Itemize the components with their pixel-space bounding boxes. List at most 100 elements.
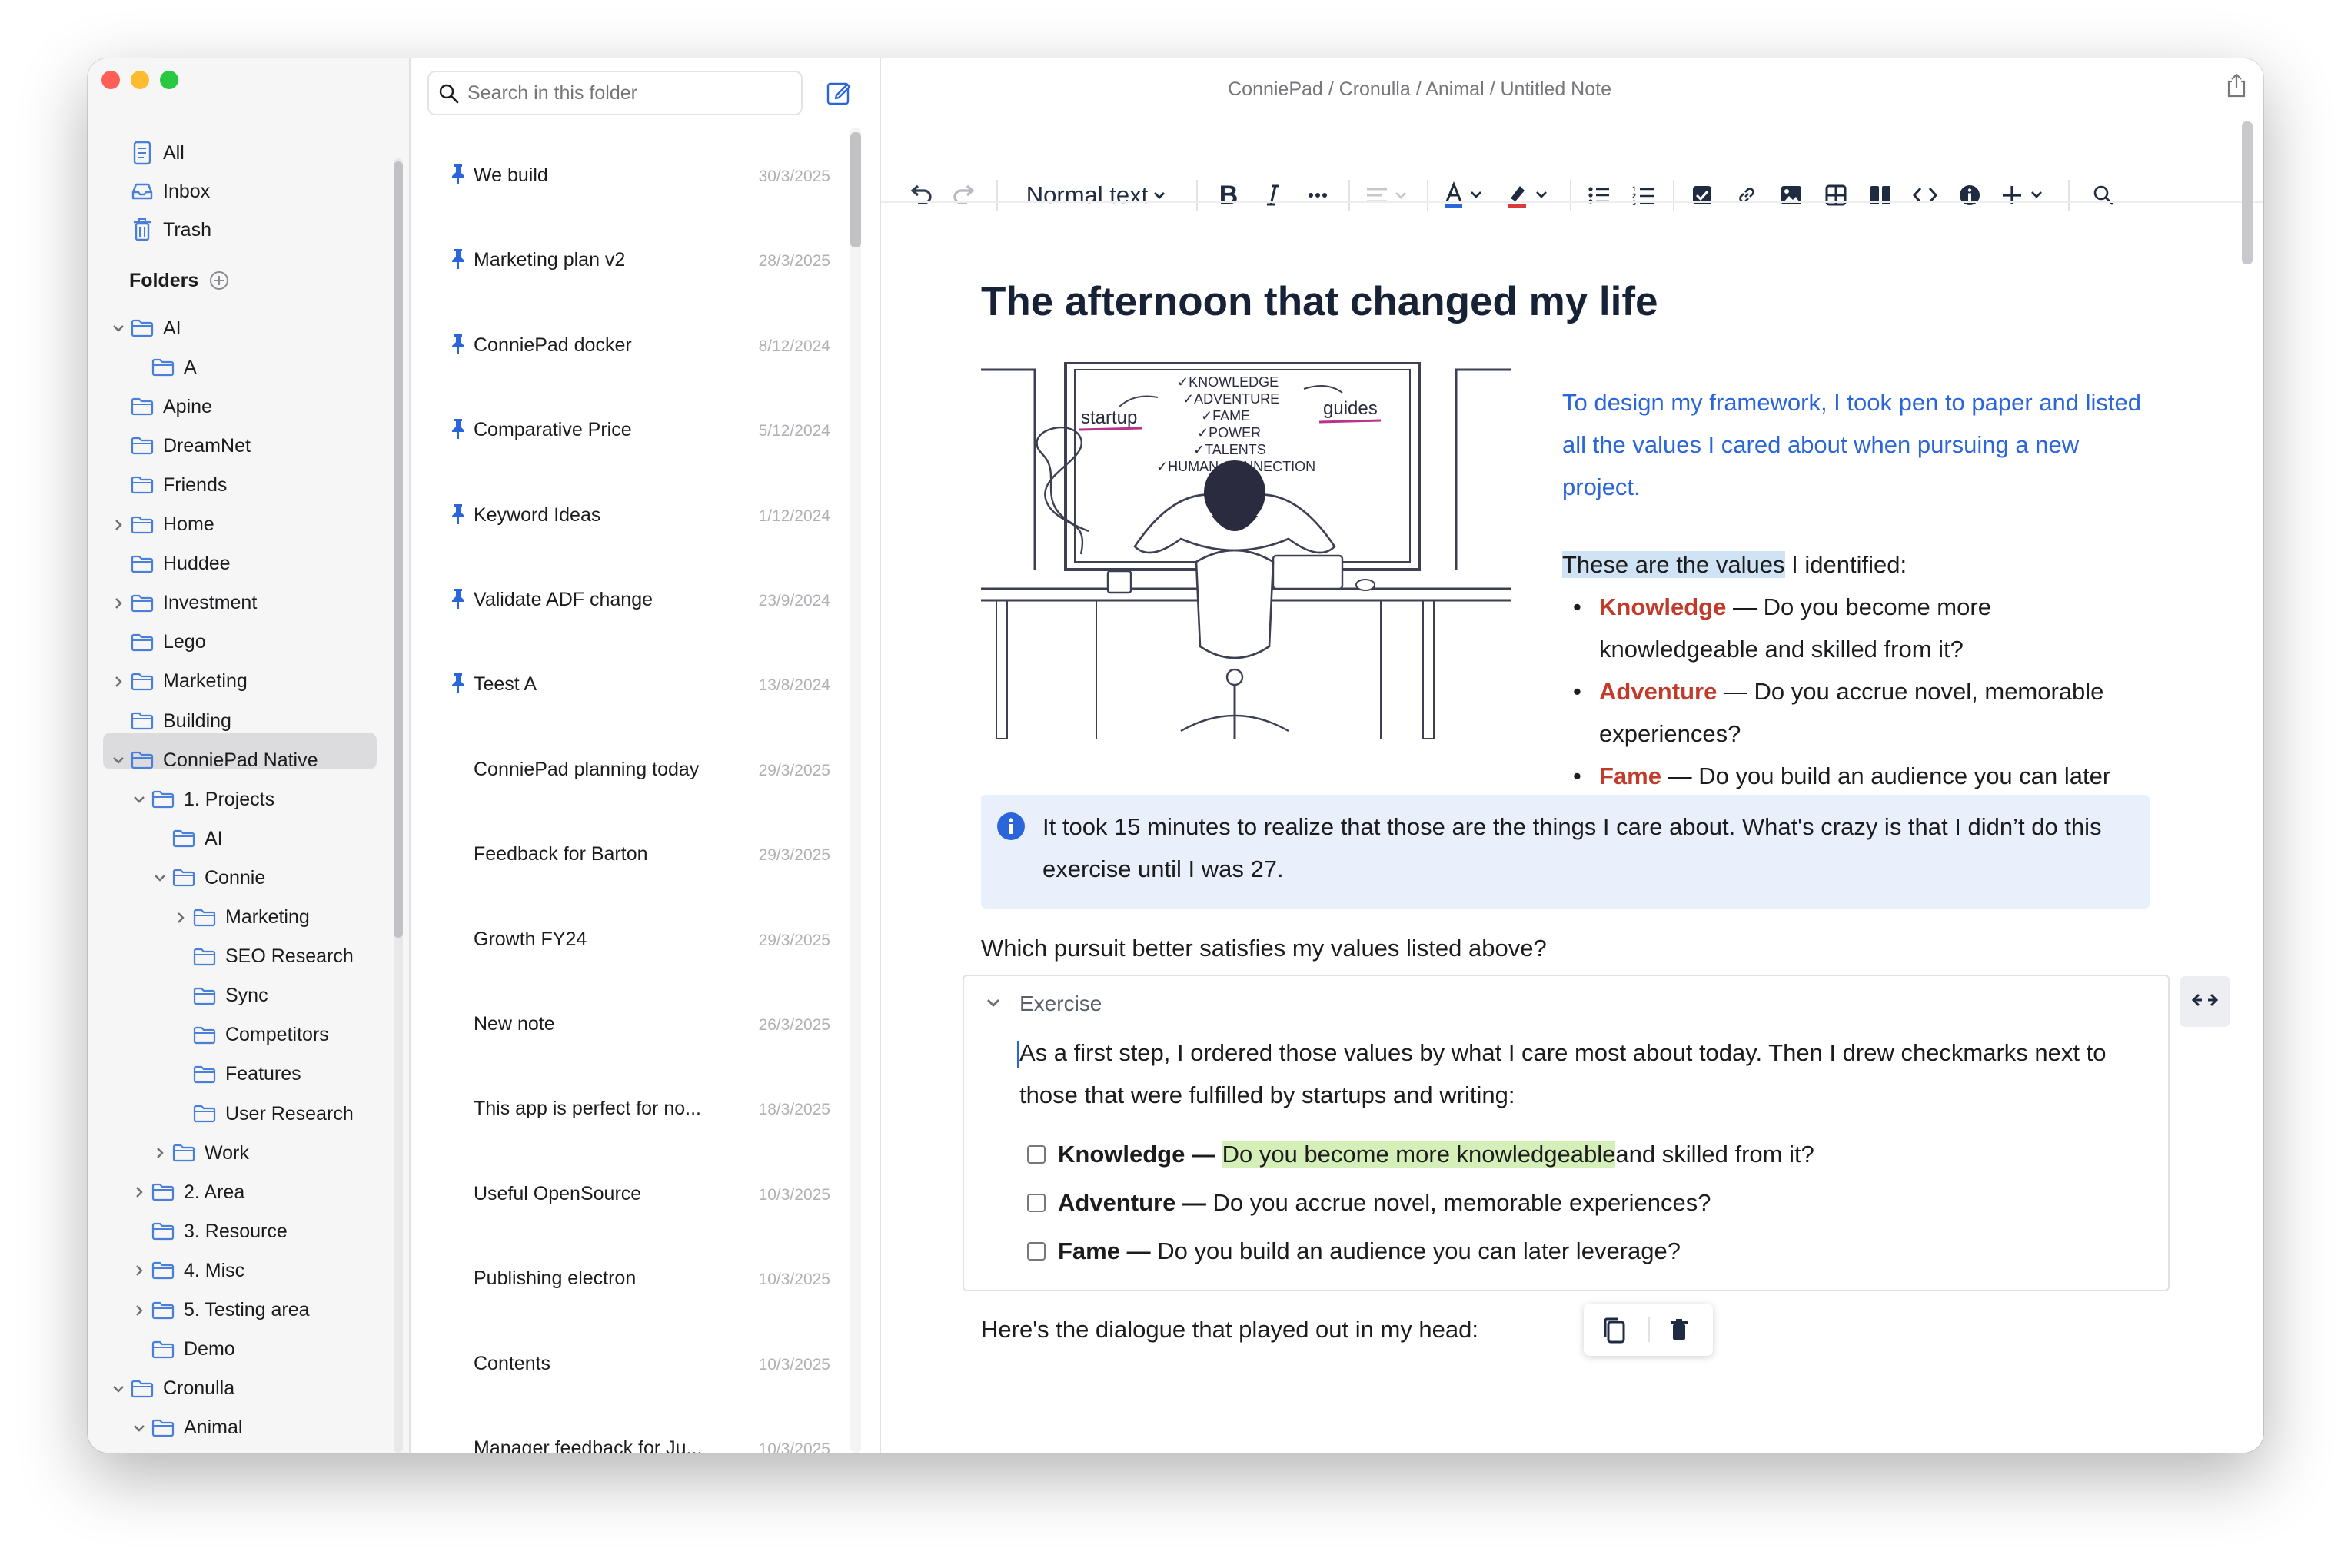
text-style-dropdown[interactable]: Normal text	[1012, 172, 1181, 218]
note-list-item[interactable]: Comparative Price 5/12/2024	[411, 419, 841, 503]
sidebar-folder-item[interactable]: Demo	[150, 1332, 235, 1367]
expand-body[interactable]: As a first step, I ordered those values …	[1019, 1031, 2150, 1116]
sidebar-folder-item[interactable]: SEO Research	[191, 939, 354, 975]
chevron-down-icon[interactable]	[111, 321, 126, 336]
sidebar-folder-item[interactable]: Investment	[115, 586, 257, 621]
add-folder-icon[interactable]	[209, 271, 229, 291]
info-panel[interactable]: It took 15 minutes to realize that those…	[981, 795, 2150, 909]
share-icon[interactable]	[2225, 72, 2248, 102]
notes-scrollbar-thumb[interactable]	[850, 132, 861, 247]
sidebar-folder-item[interactable]: ConniePad Native	[113, 742, 318, 778]
search-input[interactable]	[467, 80, 790, 106]
chevron-right-icon[interactable]	[111, 596, 126, 611]
list-item[interactable]: • Adventure — Do you accrue novel, memor…	[1562, 670, 2154, 755]
note-list-item[interactable]: Marketing plan v2 28/3/2025	[411, 249, 841, 334]
copy-icon[interactable]	[1601, 1316, 1627, 1349]
checkbox-icon[interactable]	[1687, 172, 1718, 218]
chevron-down-icon[interactable]	[152, 870, 168, 885]
sidebar-folder-item[interactable]: Marketing	[178, 900, 310, 935]
task-checkbox[interactable]	[1027, 1144, 1046, 1164]
sidebar-folder-item[interactable]: DreamNet	[129, 428, 251, 463]
bold-icon[interactable]: B	[1213, 172, 1244, 218]
sidebar-folder-item[interactable]: A	[150, 350, 197, 385]
page-title[interactable]: The afternoon that changed my life	[981, 278, 1658, 325]
chevron-right-icon[interactable]	[131, 1263, 147, 1278]
sidebar-folder-item[interactable]: Sync	[191, 978, 268, 1014]
note-list-item[interactable]: Teest A 13/8/2024	[411, 673, 841, 758]
list-item[interactable]: • Knowledge — Do you become more knowled…	[1562, 586, 2154, 670]
note-list-item[interactable]: Growth FY24 29/3/2025	[411, 929, 841, 1013]
note-list-item[interactable]: Publishing electron 10/3/2025	[411, 1267, 841, 1352]
sidebar-item-trash[interactable]: Trash	[129, 212, 211, 247]
notes-scrollbar[interactable]	[850, 128, 861, 1453]
note-list-item[interactable]: Useful OpenSource 10/3/2025	[411, 1183, 841, 1267]
note-list-item[interactable]: Manager feedback for Ju... 10/3/2025	[411, 1437, 841, 1453]
code-icon[interactable]	[1910, 172, 1940, 218]
chevron-down-icon[interactable]	[131, 792, 147, 807]
search-box[interactable]	[427, 71, 803, 115]
sidebar-folder-item[interactable]: Connie	[155, 860, 265, 895]
sidebar-scrollbar-thumb[interactable]	[394, 161, 403, 938]
table-icon[interactable]	[1821, 172, 1851, 218]
sidebar-folder-item[interactable]: 5. Testing area	[136, 1293, 310, 1328]
note-list-item[interactable]: Validate ADF change 23/9/2024	[411, 589, 841, 673]
image-icon[interactable]	[1776, 172, 1807, 218]
resize-width-button[interactable]	[2180, 976, 2230, 1027]
expand-title[interactable]: Exercise	[1019, 992, 1102, 1016]
note-list-item[interactable]: Contents 10/3/2025	[411, 1353, 841, 1437]
intro-paragraph[interactable]: To design my framework, I took pen to pa…	[1562, 381, 2154, 508]
sidebar-folder-item[interactable]: Building	[129, 703, 231, 739]
chevron-right-icon[interactable]	[111, 517, 126, 533]
expand-block[interactable]: Exercise As a first step, I ordered thos…	[963, 975, 2170, 1291]
sidebar-folder-item[interactable]: Features	[191, 1057, 301, 1092]
sidebar-folder-item[interactable]: 4. Misc	[136, 1253, 244, 1288]
sidebar-folder-item[interactable]: Huddee	[129, 546, 231, 582]
note-list-item[interactable]: We build 30/3/2025	[411, 164, 841, 249]
dialogue-paragraph[interactable]: Here's the dialogue that played out in m…	[981, 1308, 1519, 1350]
redo-icon[interactable]	[949, 172, 981, 218]
chevron-down-icon[interactable]	[986, 998, 1001, 1012]
insert-more-icon[interactable]	[1999, 172, 2053, 218]
task-checkbox[interactable]	[1027, 1193, 1046, 1212]
new-note-icon[interactable]	[826, 80, 852, 110]
info-icon[interactable]	[1954, 172, 1985, 218]
undo-icon[interactable]	[904, 172, 936, 218]
italic-icon[interactable]	[1258, 172, 1289, 218]
sidebar-folder-item[interactable]: Lego	[129, 625, 206, 660]
values-intro[interactable]: These are the values I identified:	[1562, 543, 2154, 586]
sidebar-folder-item[interactable]: Cronulla	[113, 1371, 234, 1407]
sidebar-folder-item[interactable]: Birds	[171, 1450, 248, 1453]
sidebar-folder-item[interactable]: 1. Projects	[134, 782, 274, 817]
sidebar-folder-item[interactable]: Animal	[134, 1410, 242, 1446]
bullet-list-icon[interactable]	[1584, 172, 1614, 218]
sidebar-folder-item[interactable]: Competitors	[191, 1018, 329, 1053]
chevron-right-icon[interactable]	[131, 1303, 147, 1318]
task-checkbox[interactable]	[1027, 1241, 1046, 1261]
chevron-down-icon[interactable]	[111, 1381, 126, 1397]
minimize-window-button[interactable]	[131, 71, 149, 89]
chevron-right-icon[interactable]	[173, 910, 188, 925]
text-color-icon[interactable]	[1441, 172, 1490, 218]
layout-columns-icon[interactable]	[1865, 172, 1896, 218]
sidebar-folder-item[interactable]: Apine	[129, 389, 212, 424]
delete-icon[interactable]	[1668, 1317, 1690, 1346]
chevron-right-icon[interactable]	[111, 674, 126, 689]
sidebar-folder-item[interactable]: Marketing	[115, 664, 248, 699]
note-list-item[interactable]: ConniePad docker 8/12/2024	[411, 334, 841, 419]
align-icon[interactable]	[1364, 172, 1413, 218]
sidebar-folder-item[interactable]: AI	[171, 821, 223, 856]
zoom-window-button[interactable]	[160, 71, 178, 89]
note-list-item[interactable]: This app is perfect for no... 18/3/2025	[411, 1098, 841, 1182]
highlight-color-icon[interactable]	[1502, 172, 1556, 218]
note-list-item[interactable]: Keyword Ideas 1/12/2024	[411, 503, 841, 589]
sidebar-item-all[interactable]: All	[129, 135, 185, 171]
chevron-down-icon[interactable]	[111, 752, 126, 768]
note-list-item[interactable]: New note 26/3/2025	[411, 1013, 841, 1098]
search-icon[interactable]	[2088, 172, 2119, 218]
sidebar-folder-item[interactable]: Friends	[129, 467, 227, 503]
chevron-right-icon[interactable]	[131, 1184, 147, 1200]
editor-scrollbar-thumb[interactable]	[2242, 121, 2253, 264]
sidebar-folder-item[interactable]: User Research	[191, 1096, 354, 1131]
sidebar-folder-item[interactable]: Work	[157, 1135, 249, 1171]
close-window-button[interactable]	[101, 71, 120, 89]
